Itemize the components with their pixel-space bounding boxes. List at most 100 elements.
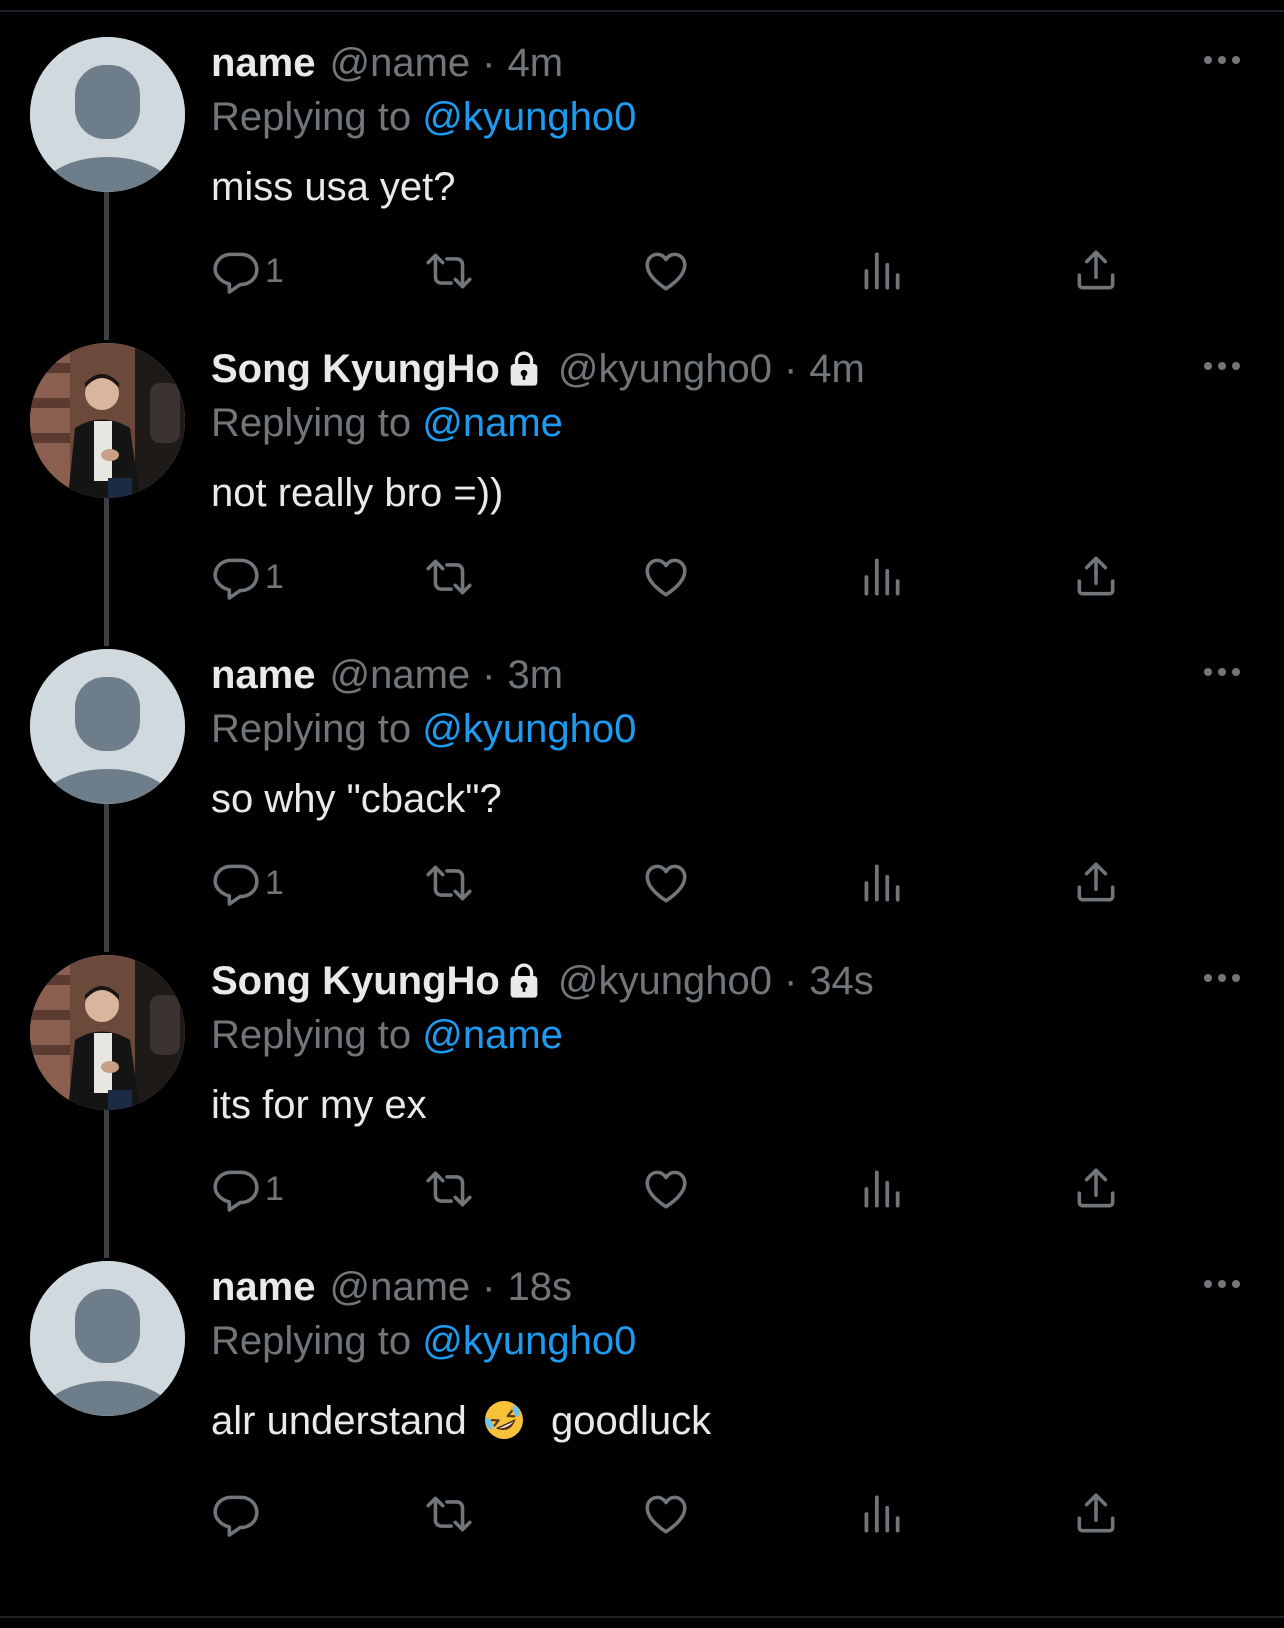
reply-button[interactable]: 1 (211, 549, 284, 605)
reply-mention-link[interactable]: @kyungho0 (422, 95, 636, 139)
reply-count: 1 (265, 251, 284, 290)
tweet[interactable]: name @name · 3m Replying to @kyungho0 so… (0, 612, 1284, 930)
more-icon (1204, 362, 1240, 370)
avatar[interactable] (30, 343, 185, 498)
share-icon (1077, 862, 1115, 902)
avatar[interactable] (30, 649, 185, 804)
separator-dot: · (482, 652, 496, 697)
timestamp[interactable]: 18s (508, 1265, 573, 1310)
views-button[interactable] (856, 1486, 906, 1542)
bottom-divider (0, 1616, 1284, 1618)
username[interactable]: @name (330, 1265, 471, 1310)
share-button[interactable] (1071, 1161, 1121, 1217)
reply-icon (213, 864, 259, 906)
more-button[interactable] (1202, 356, 1242, 376)
tweet[interactable]: name @name · 18s Replying to @kyungho0 a… (0, 1224, 1284, 1542)
more-icon (1204, 974, 1240, 982)
separator-dot: · (482, 1264, 496, 1309)
timestamp[interactable]: 4m (809, 347, 865, 392)
share-button[interactable] (1071, 855, 1121, 911)
profile-photo (30, 343, 185, 498)
reply-count: 1 (265, 1169, 284, 1208)
display-name[interactable]: name (211, 1265, 316, 1310)
like-button[interactable] (641, 1161, 691, 1217)
views-button[interactable] (856, 855, 906, 911)
display-name[interactable]: name (211, 653, 316, 698)
timestamp[interactable]: 4m (508, 41, 564, 86)
views-button[interactable] (856, 549, 906, 605)
display-name[interactable]: Song KyungHo (211, 959, 500, 1004)
tweet[interactable]: name @name · 4m Replying to @kyungho0 mi… (0, 0, 1284, 318)
reply-button[interactable] (211, 1486, 265, 1542)
tweet-text-part: goodluck (550, 1399, 712, 1443)
retweet-button[interactable] (424, 1486, 474, 1542)
replying-to: Replying to @name (211, 396, 1284, 450)
more-button[interactable] (1202, 1274, 1242, 1294)
timestamp[interactable]: 3m (508, 653, 564, 698)
retweet-button[interactable] (424, 1161, 474, 1217)
views-button[interactable] (856, 243, 906, 299)
replying-to: Replying to @name (211, 1008, 1284, 1062)
username[interactable]: @name (330, 41, 471, 86)
retweet-button[interactable] (424, 243, 474, 299)
reply-mention-link[interactable]: @name (422, 1013, 563, 1057)
reply-icon (213, 252, 259, 294)
reply-button[interactable]: 1 (211, 243, 284, 299)
display-name[interactable]: Song KyungHo (211, 347, 500, 392)
tweet-text: so why "cback"? (211, 777, 502, 821)
like-button[interactable] (641, 549, 691, 605)
replying-prefix: Replying to (211, 707, 412, 751)
avatar[interactable] (30, 955, 185, 1110)
username[interactable]: @name (330, 653, 471, 698)
reply-button[interactable]: 1 (211, 855, 284, 911)
avatar[interactable] (30, 1261, 185, 1416)
like-button[interactable] (641, 855, 691, 911)
reply-button[interactable]: 1 (211, 1161, 284, 1217)
reply-mention-link[interactable]: @kyungho0 (422, 707, 636, 751)
replying-prefix: Replying to (211, 1319, 412, 1363)
timestamp[interactable]: 34s (809, 959, 874, 1004)
tweet-text: alr understand goodluck (211, 1394, 1284, 1448)
display-name[interactable]: name (211, 41, 316, 86)
share-button[interactable] (1071, 1486, 1121, 1542)
share-icon (1077, 1493, 1115, 1533)
default-avatar-icon (30, 1261, 185, 1416)
retweet-icon (426, 865, 472, 901)
reply-count: 1 (265, 557, 284, 596)
default-avatar-icon (30, 649, 185, 804)
views-icon (864, 558, 900, 596)
share-icon (1077, 556, 1115, 596)
username[interactable]: @kyungho0 (558, 959, 772, 1004)
heart-icon (645, 252, 687, 291)
retweet-icon (426, 253, 472, 289)
tweet[interactable]: Song KyungHo @kyungho0 · 34s Replying to… (0, 918, 1284, 1236)
rolling-laughing-emoji-icon (482, 1398, 526, 1442)
share-button[interactable] (1071, 549, 1121, 605)
replying-to: Replying to @kyungho0 (211, 1314, 1284, 1368)
more-icon (1204, 668, 1240, 676)
retweet-button[interactable] (424, 549, 474, 605)
action-bar (211, 1486, 1115, 1542)
tweet[interactable]: Song KyungHo @kyungho0 · 4m Replying to … (0, 306, 1284, 624)
retweet-button[interactable] (424, 855, 474, 911)
like-button[interactable] (641, 1486, 691, 1542)
replying-to: Replying to @kyungho0 (211, 90, 1284, 144)
more-button[interactable] (1202, 968, 1242, 988)
more-icon (1204, 1280, 1240, 1288)
more-button[interactable] (1202, 662, 1242, 682)
heart-icon (645, 558, 687, 597)
username[interactable]: @kyungho0 (558, 347, 772, 392)
action-bar: 1 (211, 855, 1115, 911)
share-icon (1077, 1168, 1115, 1208)
more-button[interactable] (1202, 50, 1242, 70)
replying-prefix: Replying to (211, 401, 412, 445)
views-button[interactable] (856, 1161, 906, 1217)
reply-mention-link[interactable]: @kyungho0 (422, 1319, 636, 1363)
like-button[interactable] (641, 243, 691, 299)
reply-mention-link[interactable]: @name (422, 401, 563, 445)
tweet-text: its for my ex (211, 1083, 427, 1127)
tweet-text: miss usa yet? (211, 165, 456, 209)
separator-dot: · (482, 40, 496, 85)
avatar[interactable] (30, 37, 185, 192)
share-button[interactable] (1071, 243, 1121, 299)
